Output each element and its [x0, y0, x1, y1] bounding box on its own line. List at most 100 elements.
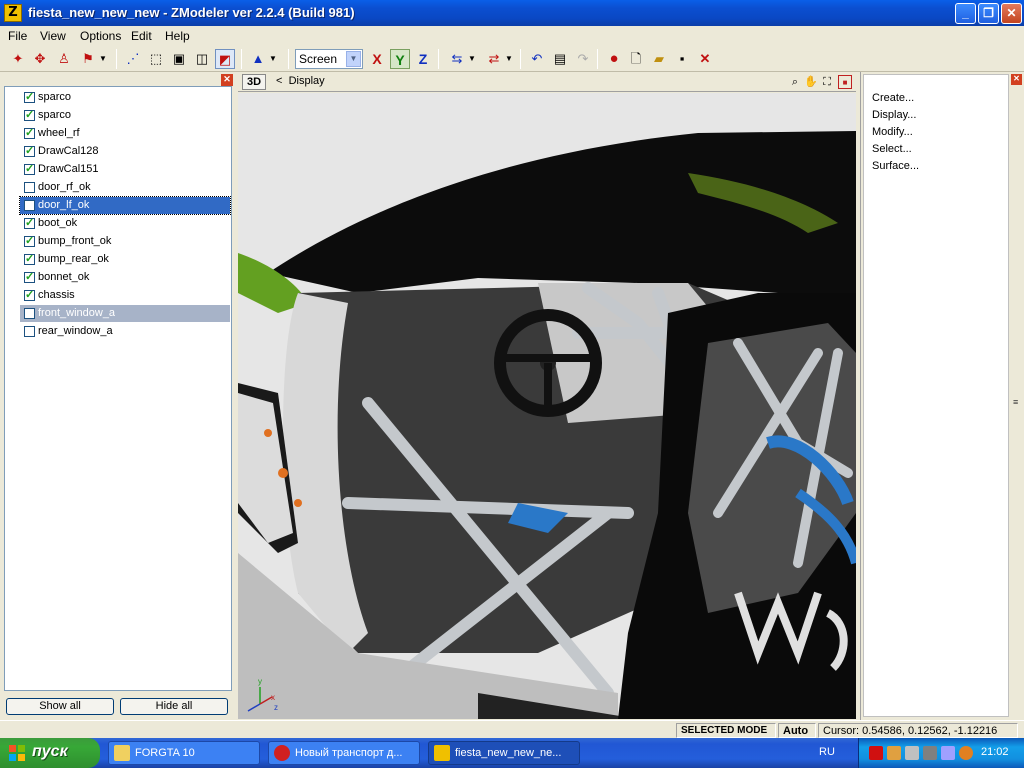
menu-edit[interactable]: Edit — [131, 29, 152, 43]
group-tool-icon[interactable]: ⚑ — [78, 49, 98, 69]
hide-all-button[interactable]: Hide all — [120, 698, 228, 715]
vertex-mode-icon[interactable]: ⋰ — [123, 49, 143, 69]
pen-icon[interactable] — [941, 746, 955, 760]
update-icon[interactable] — [959, 746, 973, 760]
list-item[interactable]: bump_front_ok — [20, 233, 230, 250]
command-select[interactable]: Select... — [872, 143, 912, 155]
menu-view[interactable]: View — [40, 29, 66, 43]
checkbox[interactable] — [24, 269, 35, 286]
3d-viewport[interactable]: y x z — [238, 93, 856, 719]
all-mode-icon[interactable]: ◩ — [215, 49, 235, 69]
antivirus-icon[interactable] — [869, 746, 883, 760]
checkbox[interactable] — [24, 89, 35, 106]
restore-button[interactable]: ❐ — [978, 3, 999, 24]
export-dropdown-icon[interactable]: ▼ — [504, 49, 514, 69]
command-modify[interactable]: Modify... — [872, 126, 913, 138]
list-item[interactable]: rear_window_a — [20, 323, 230, 340]
checkbox[interactable] — [24, 125, 35, 142]
close-button[interactable]: ✕ — [1001, 3, 1022, 24]
axis-z-button[interactable]: Z — [413, 49, 433, 69]
object-name: sparco — [38, 109, 72, 121]
export-icon[interactable]: ⇄ — [484, 49, 504, 69]
open-folder-icon[interactable]: ▰ — [649, 49, 669, 69]
chevron-down-icon[interactable]: ▼ — [346, 51, 361, 67]
object-list[interactable]: sparco sparco wheel_rf DrawCal128 DrawCa… — [4, 86, 232, 691]
task-zmodeler[interactable]: fiesta_new_new_ne... — [428, 741, 580, 765]
network-icon[interactable] — [887, 746, 901, 760]
axis-x-button[interactable]: X — [367, 49, 387, 69]
list-item[interactable]: DrawCal128 — [20, 143, 230, 160]
list-item[interactable]: sparco — [20, 107, 230, 124]
save-icon[interactable]: ▪ — [672, 49, 692, 69]
volume-icon[interactable] — [905, 746, 919, 760]
list-item-highlighted[interactable]: front_window_a — [20, 305, 230, 322]
record-icon[interactable]: ● — [604, 49, 624, 69]
panel-grip-icon[interactable]: ≡ — [1013, 397, 1018, 407]
checkbox[interactable] — [24, 182, 35, 193]
select-tool-icon[interactable]: ✦ — [8, 49, 28, 69]
checkbox[interactable] — [24, 161, 35, 178]
zoom-extents-icon[interactable]: ⛶ — [820, 75, 834, 89]
redo-icon[interactable]: ↷ — [573, 49, 593, 69]
menu-help[interactable]: Help — [165, 29, 190, 43]
minimize-button[interactable]: _ — [955, 3, 976, 24]
command-create[interactable]: Create... — [872, 92, 914, 104]
list-item[interactable]: bump_rear_ok — [20, 251, 230, 268]
task-forgta[interactable]: FORGTA 10 — [108, 741, 260, 765]
new-file-icon[interactable]: 🗋 — [626, 49, 646, 69]
list-item[interactable]: sparco — [20, 89, 230, 106]
tray-icon[interactable] — [923, 746, 937, 760]
menu-file[interactable]: File — [8, 29, 27, 43]
list-item[interactable]: boot_ok — [20, 215, 230, 232]
list-item[interactable]: chassis — [20, 287, 230, 304]
face-mode-icon[interactable]: ⬚ — [146, 49, 166, 69]
checkbox[interactable] — [24, 233, 35, 250]
list-item[interactable]: DrawCal151 — [20, 161, 230, 178]
checkbox[interactable] — [24, 287, 35, 304]
close-icon[interactable]: ✕ — [1011, 74, 1022, 85]
command-display[interactable]: Display... — [872, 109, 916, 121]
import-dropdown-icon[interactable]: ▼ — [467, 49, 477, 69]
zoom-icon[interactable]: ⌕ — [788, 75, 802, 89]
checkbox[interactable] — [24, 107, 35, 124]
zmodeler-app-icon[interactable]: Z — [4, 4, 22, 22]
maximize-viewport-icon[interactable]: ■ — [838, 75, 852, 89]
viewport-nav[interactable]: < Display — [276, 75, 325, 87]
checkbox[interactable] — [24, 326, 35, 337]
list-item-selected[interactable]: door_lf_ok — [19, 196, 231, 215]
move-tool-icon[interactable]: ✥ — [30, 49, 50, 69]
task-opera[interactable]: Новый транспорт д... — [268, 741, 420, 765]
selected-mode-status[interactable]: SELECTED MODE — [676, 723, 776, 738]
pan-hand-icon[interactable]: ✋ — [804, 75, 818, 89]
box-mode-icon[interactable]: ◫ — [192, 49, 212, 69]
list-item[interactable]: bonnet_ok — [20, 269, 230, 286]
checkbox[interactable] — [24, 308, 35, 319]
command-surface[interactable]: Surface... — [872, 160, 919, 172]
menu-options[interactable]: Options — [80, 29, 121, 43]
task-label: FORGTA 10 — [135, 747, 195, 759]
flip-dropdown-icon[interactable]: ▼ — [268, 49, 278, 69]
group-tool-dropdown-icon[interactable]: ▼ — [98, 49, 108, 69]
close-icon[interactable]: ✕ — [221, 74, 233, 86]
auto-status[interactable]: Auto — [778, 723, 816, 738]
checkbox[interactable] — [24, 251, 35, 268]
undo-icon[interactable]: ↶ — [527, 49, 547, 69]
start-button[interactable]: пуск — [0, 738, 100, 768]
axis-y-button[interactable]: Y — [390, 49, 410, 69]
viewport-mode-tag[interactable]: 3D — [242, 74, 266, 90]
language-indicator[interactable]: RU — [819, 746, 835, 758]
checkbox[interactable] — [24, 200, 35, 211]
walk-tool-icon[interactable]: ♙ — [54, 49, 74, 69]
object-mode-icon[interactable]: ▣ — [169, 49, 189, 69]
list-item[interactable]: wheel_rf — [20, 125, 230, 142]
coord-mode-select[interactable]: Screen ▼ — [295, 49, 363, 69]
import-icon[interactable]: ⇆ — [447, 49, 467, 69]
checkbox[interactable] — [24, 143, 35, 160]
list-item[interactable]: door_rf_ok — [20, 179, 230, 196]
show-all-button[interactable]: Show all — [6, 698, 114, 715]
close-file-icon[interactable]: ✕ — [695, 49, 715, 69]
object-name: bonnet_ok — [38, 271, 90, 283]
flip-icon[interactable]: ▲ — [248, 49, 268, 69]
notes-icon[interactable]: ▤ — [550, 49, 570, 69]
checkbox[interactable] — [24, 215, 35, 232]
